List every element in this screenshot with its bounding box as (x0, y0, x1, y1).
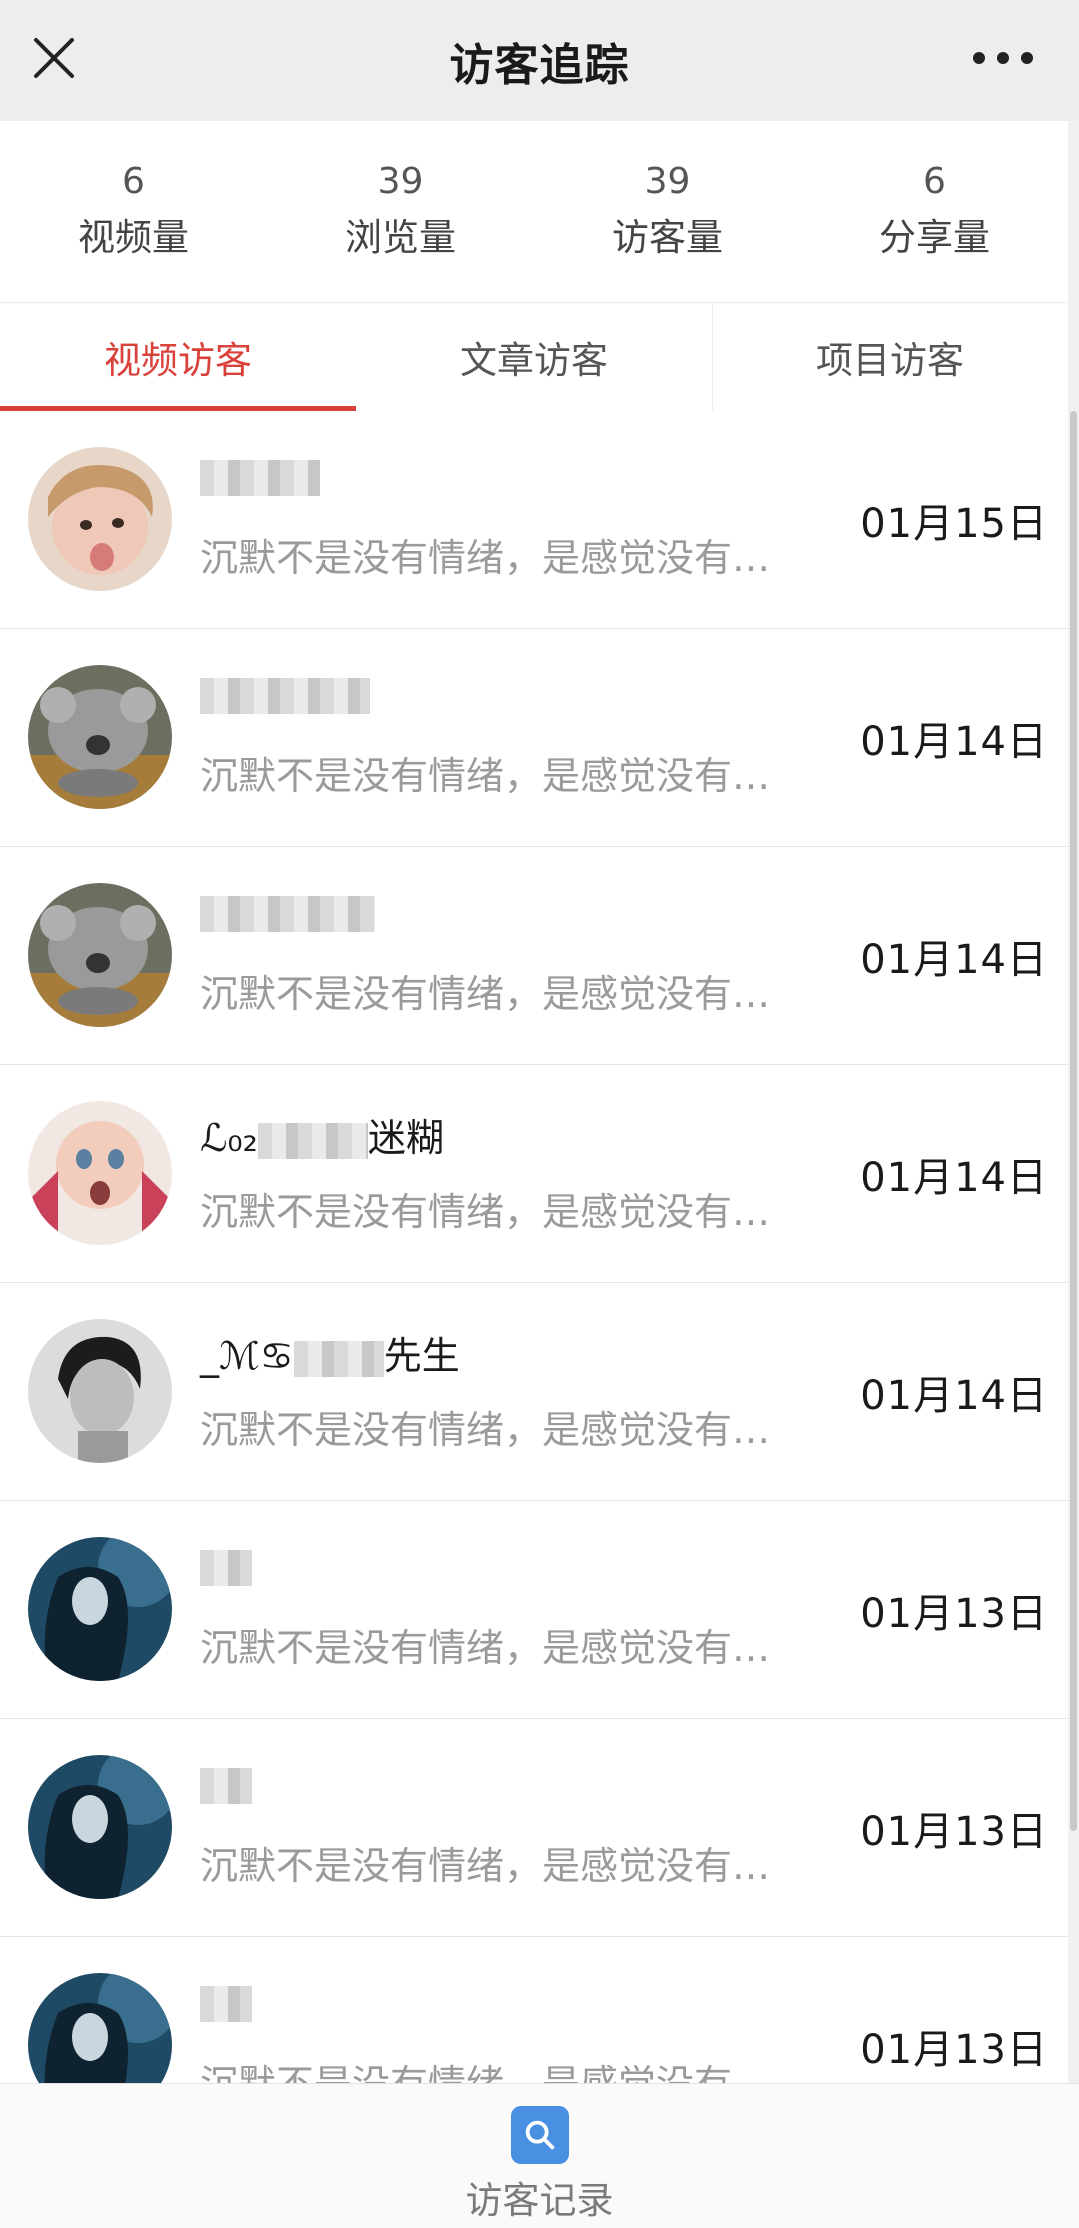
list-item[interactable]: 沉默不是没有情绪，是感觉没有… 01月14日 (0, 629, 1068, 847)
name-blur (200, 459, 320, 496)
visitor-name-suffix: 先生 (383, 1334, 460, 1378)
list-item[interactable]: _ℳ♋ 先生 沉默不是没有情绪，是感觉没有… 01月14日 (0, 1283, 1068, 1501)
visitor-name (200, 1979, 252, 2023)
visitor-name (200, 671, 370, 715)
avatar (28, 1101, 172, 1245)
title-bar: 访客追踪 (0, 0, 1079, 121)
visitor-name: ℒ₀₂ 迷糊 (200, 1107, 444, 1162)
baby-avatar (28, 1101, 172, 1245)
bottom-nav-bar: 访客记录 (0, 2083, 1079, 2228)
stat-visitor-count: 39 访客量 (534, 121, 801, 302)
visitor-message: 沉默不是没有情绪，是感觉没有… (200, 972, 771, 1016)
stat-value: 39 (377, 160, 424, 202)
visitor-message: 沉默不是没有情绪，是感觉没有… (200, 754, 771, 798)
avatar (28, 1319, 172, 1463)
avatar (28, 1973, 172, 2083)
avatar (28, 883, 172, 1027)
more-button[interactable] (967, 38, 1039, 78)
more-dots-icon (973, 52, 1033, 64)
name-blur (293, 1340, 384, 1377)
visit-date: 01月14日 (860, 719, 1048, 765)
name-blur (257, 1122, 368, 1159)
stat-value: 39 (644, 160, 691, 202)
stat-share-count: 6 分享量 (801, 121, 1068, 302)
scrollbar-thumb[interactable] (1070, 411, 1077, 1831)
visitor-name-prefix: ℒ₀₂ (200, 1116, 258, 1160)
koala-avatar (28, 665, 172, 809)
nav-label: 访客记录 (465, 2179, 614, 2222)
stat-label: 浏览量 (345, 215, 456, 259)
visitor-message: 沉默不是没有情绪，是感觉没有… (200, 536, 771, 580)
visit-date: 01月13日 (860, 1591, 1048, 1637)
list-item[interactable]: ℒ₀₂ 迷糊 沉默不是没有情绪，是感觉没有… 01月14日 (0, 1065, 1068, 1283)
tab-video-visitors[interactable]: 视频访客 (0, 303, 356, 411)
tab-project-visitors[interactable]: 项目访客 (712, 303, 1068, 411)
search-icon (510, 2106, 569, 2164)
stat-label: 分享量 (879, 215, 990, 259)
visitor-tabs: 视频访客 文章访客 项目访客 (0, 303, 1068, 411)
visitor-name (200, 1543, 252, 1587)
visitor-name: _ℳ♋ 先生 (200, 1325, 460, 1380)
list-item[interactable]: 沉默不是没有情绪，是感觉没有… 01月13日 (0, 1719, 1068, 1937)
stat-view-count: 39 浏览量 (267, 121, 534, 302)
name-blur (200, 895, 375, 932)
visitor-name (200, 889, 375, 933)
girl-avatar (28, 1973, 172, 2083)
list-item[interactable]: 沉默不是没有情绪，是感觉没有… 01月13日 (0, 1501, 1068, 1719)
visitor-message: 沉默不是没有情绪，是感觉没有… (200, 1626, 771, 1670)
stat-video-count: 6 视频量 (0, 121, 267, 302)
avatar (28, 665, 172, 809)
page-title: 访客追踪 (449, 39, 630, 91)
tab-article-visitors[interactable]: 文章访客 (356, 303, 712, 411)
visit-date: 01月13日 (860, 2027, 1048, 2073)
close-button[interactable] (26, 30, 82, 86)
name-blur (200, 1549, 252, 1586)
visitor-list: 沉默不是没有情绪，是感觉没有… 01月15日 沉默不是没有情绪，是感觉没有… 0… (0, 411, 1068, 2083)
visitor-name-prefix: _ℳ♋ (200, 1334, 294, 1378)
visitor-name-suffix: 迷糊 (367, 1116, 444, 1160)
visitor-message: 沉默不是没有情绪，是感觉没有… (200, 1408, 771, 1452)
list-item[interactable]: 沉默不是没有情绪，是感觉没有… 01月14日 (0, 847, 1068, 1065)
list-item[interactable]: 沉默不是没有情绪，是感觉没有… 01月13日 (0, 1937, 1068, 2083)
stat-label: 视频量 (78, 215, 189, 259)
visit-date: 01月14日 (860, 1155, 1048, 1201)
visit-date: 01月14日 (860, 937, 1048, 983)
visitor-name (200, 1761, 252, 1805)
stat-label: 访客量 (612, 215, 723, 259)
man-avatar (28, 1319, 172, 1463)
avatar (28, 1755, 172, 1899)
girl-avatar (28, 1537, 172, 1681)
koala-avatar (28, 883, 172, 1027)
girl-avatar (28, 1755, 172, 1899)
avatar (28, 447, 172, 591)
visit-date: 01月15日 (860, 501, 1048, 547)
visit-date: 01月14日 (860, 1373, 1048, 1419)
stat-value: 6 (122, 160, 145, 202)
close-icon (34, 38, 74, 78)
name-blur (200, 677, 370, 714)
nav-visitor-records[interactable]: 访客记录 (466, 2106, 614, 2224)
name-blur (200, 1767, 252, 1804)
child-avatar (28, 447, 172, 591)
visitor-name (200, 453, 320, 497)
visitor-message: 沉默不是没有情绪，是感觉没有… (200, 1190, 771, 1234)
scrollbar[interactable] (1068, 121, 1079, 2083)
list-item[interactable]: 沉默不是没有情绪，是感觉没有… 01月15日 (0, 411, 1068, 629)
name-blur (200, 1985, 252, 2022)
visitor-message: 沉默不是没有情绪，是感觉没有… (200, 1844, 771, 1888)
avatar (28, 1537, 172, 1681)
stat-value: 6 (923, 160, 946, 202)
visitor-message: 沉默不是没有情绪，是感觉没有… (200, 2053, 840, 2083)
visit-date: 01月13日 (860, 1809, 1048, 1855)
stats-panel: 6 视频量 39 浏览量 39 访客量 6 分享量 (0, 121, 1068, 303)
